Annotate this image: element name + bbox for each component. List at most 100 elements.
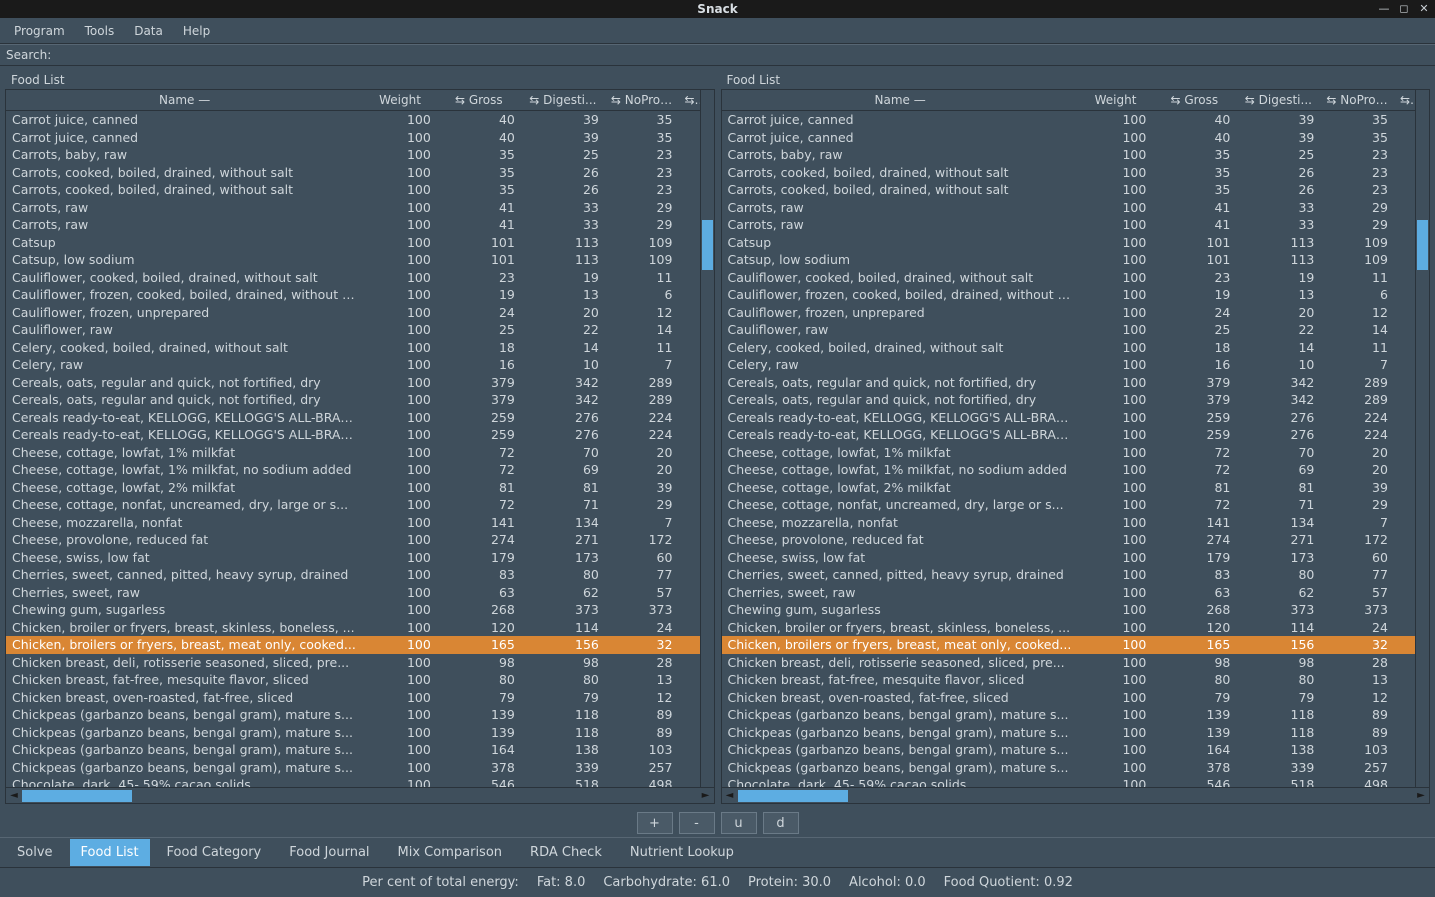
table-row[interactable]: Cauliflower, frozen, cooked, boiled, dra… [6,286,700,304]
table-row[interactable]: Cereals ready-to-eat, KELLOGG, KELLOGG'S… [722,426,1416,444]
table-row[interactable]: Cauliflower, cooked, boiled, drained, wi… [722,269,1416,287]
table-row[interactable]: Carrot juice, canned100403935 [6,111,700,129]
table-row[interactable]: Cheese, swiss, low fat10017917360 [722,549,1416,567]
table-row[interactable]: Chicken breast, fat-free, mesquite flavo… [6,671,700,689]
menu-help[interactable]: Help [175,21,218,41]
table-row[interactable]: Cauliflower, frozen, unprepared100242012 [722,304,1416,322]
column-header[interactable]: ⇆ NoProt... [1320,90,1394,111]
table-row[interactable]: Chicken breast, oven-roasted, fat-free, … [6,689,700,707]
table-row[interactable]: Cauliflower, raw100252214 [722,321,1416,339]
table-row[interactable]: Carrots, baby, raw100352523 [722,146,1416,164]
menu-program[interactable]: Program [6,21,73,41]
column-header[interactable]: Name — [6,90,363,111]
table-row[interactable]: Cereals ready-to-eat, KELLOGG, KELLOGG'S… [6,409,700,427]
table-row[interactable]: Chicken breast, oven-roasted, fat-free, … [722,689,1416,707]
table-row[interactable]: Carrot juice, canned100403935 [722,111,1416,129]
tab-food-category[interactable]: Food Category [156,839,273,866]
down-button[interactable]: d [763,812,799,834]
table-row[interactable]: Cherries, sweet, raw100636257 [722,584,1416,602]
table-row[interactable]: Cheese, provolone, reduced fat1002742711… [6,531,700,549]
table-row[interactable]: Celery, cooked, boiled, drained, without… [6,339,700,357]
column-header[interactable]: ⇆ Gross [1152,90,1236,111]
horizontal-scrollbar[interactable]: ◄► [721,788,1431,804]
menu-tools[interactable]: Tools [77,21,123,41]
table-row[interactable]: Catsup, low sodium100101113109 [6,251,700,269]
table-row[interactable]: Cereals, oats, regular and quick, not fo… [6,374,700,392]
table-row[interactable]: Cheese, cottage, lowfat, 1% milkfat, no … [722,461,1416,479]
table-row[interactable]: Cheese, swiss, low fat10017917360 [6,549,700,567]
table-row[interactable]: Chicken breast, fat-free, mesquite flavo… [722,671,1416,689]
table-row[interactable]: Catsup100101113109 [6,234,700,252]
table-row[interactable]: Celery, raw10016107 [6,356,700,374]
table-row[interactable]: Carrots, raw100413329 [6,216,700,234]
table-row[interactable]: Cheese, cottage, nonfat, uncreamed, dry,… [6,496,700,514]
table-row[interactable]: Cherries, sweet, raw100636257 [6,584,700,602]
table-row[interactable]: Chicken, broiler or fryers, breast, skin… [6,619,700,637]
table-row[interactable]: Chewing gum, sugarless100268373373 [6,601,700,619]
add-button[interactable]: + [637,812,673,834]
table-row[interactable]: Catsup100101113109 [722,234,1416,252]
table-row[interactable]: Carrots, raw100413329 [722,216,1416,234]
minimize-button[interactable]: — [1377,1,1391,15]
column-header[interactable]: ⇆ [678,90,699,111]
table-row[interactable]: Cherries, sweet, canned, pitted, heavy s… [722,566,1416,584]
table-row[interactable]: Chewing gum, sugarless100268373373 [722,601,1416,619]
table-row[interactable]: Carrots, raw100413329 [6,199,700,217]
table-row[interactable]: Cheese, cottage, lowfat, 1% milkfat10072… [722,444,1416,462]
horizontal-scrollbar[interactable]: ◄► [5,788,715,804]
scroll-right-icon[interactable]: ► [1413,788,1429,804]
table-row[interactable]: Cheese, cottage, lowfat, 2% milkfat10081… [6,479,700,497]
table-row[interactable]: Carrots, cooked, boiled, drained, withou… [6,164,700,182]
column-header[interactable]: ⇆ Digesti... [1236,90,1320,111]
column-header[interactable]: ⇆ [1394,90,1415,111]
table-row[interactable]: Celery, cooked, boiled, drained, without… [722,339,1416,357]
table-row[interactable]: Cheese, mozzarella, nonfat1001411347 [6,514,700,532]
table-row[interactable]: Chickpeas (garbanzo beans, bengal gram),… [722,706,1416,724]
table-row[interactable]: Chicken, broiler or fryers, breast, skin… [722,619,1416,637]
table-row[interactable]: Cereals, oats, regular and quick, not fo… [6,391,700,409]
tab-nutrient-lookup[interactable]: Nutrient Lookup [619,839,745,866]
table-row[interactable]: Cheese, mozzarella, nonfat1001411347 [722,514,1416,532]
table-row[interactable]: Chocolate, dark, 45- 59% cacao solids100… [6,776,700,787]
table-row[interactable]: Chickpeas (garbanzo beans, bengal gram),… [722,724,1416,742]
table-row[interactable]: Cereals, oats, regular and quick, not fo… [722,391,1416,409]
up-button[interactable]: u [721,812,757,834]
tab-mix-comparison[interactable]: Mix Comparison [387,839,514,866]
table-row[interactable]: Chickpeas (garbanzo beans, bengal gram),… [6,724,700,742]
table-row[interactable]: Cauliflower, cooked, boiled, drained, wi… [6,269,700,287]
table-row[interactable]: Cheese, cottage, lowfat, 2% milkfat10081… [722,479,1416,497]
table-row[interactable]: Celery, raw10016107 [722,356,1416,374]
table-row[interactable]: Chickpeas (garbanzo beans, bengal gram),… [6,741,700,759]
table-row[interactable]: Carrot juice, canned100403935 [6,129,700,147]
vertical-scrollbar[interactable] [1415,90,1429,787]
table-row[interactable]: Chicken, broilers or fryers, breast, mea… [722,636,1416,654]
tab-rda-check[interactable]: RDA Check [519,839,613,866]
table-row[interactable]: Cauliflower, raw100252214 [6,321,700,339]
vertical-scrollbar[interactable] [700,90,714,787]
column-header[interactable]: Name — [722,90,1079,111]
table-row[interactable]: Carrots, raw100413329 [722,199,1416,217]
table-row[interactable]: Cheese, cottage, lowfat, 1% milkfat, no … [6,461,700,479]
table-row[interactable]: Carrots, cooked, boiled, drained, withou… [722,164,1416,182]
maximize-button[interactable]: ◻ [1397,1,1411,15]
table-row[interactable]: Carrots, cooked, boiled, drained, withou… [722,181,1416,199]
table-row[interactable]: Carrot juice, canned100403935 [722,129,1416,147]
table-row[interactable]: Chocolate, dark, 45- 59% cacao solids100… [722,776,1416,787]
table-row[interactable]: Cheese, provolone, reduced fat1002742711… [722,531,1416,549]
scroll-right-icon[interactable]: ► [698,788,714,804]
table-row[interactable]: Chicken breast, deli, rotisserie seasone… [6,654,700,672]
tab-solve[interactable]: Solve [6,839,64,866]
column-header[interactable]: ⇆ NoProt... [605,90,679,111]
table-row[interactable]: Chickpeas (garbanzo beans, bengal gram),… [6,759,700,777]
table-row[interactable]: Carrots, cooked, boiled, drained, withou… [6,181,700,199]
table-row[interactable]: Cherries, sweet, canned, pitted, heavy s… [6,566,700,584]
table-row[interactable]: Catsup, low sodium100101113109 [722,251,1416,269]
table-row[interactable]: Chickpeas (garbanzo beans, bengal gram),… [6,706,700,724]
table-row[interactable]: Cauliflower, frozen, cooked, boiled, dra… [722,286,1416,304]
column-header[interactable]: ⇆ Gross [437,90,521,111]
column-header[interactable]: ⇆ Digesti... [521,90,605,111]
table-row[interactable]: Cereals, oats, regular and quick, not fo… [722,374,1416,392]
column-header[interactable]: Weight [363,90,437,111]
scroll-left-icon[interactable]: ◄ [722,788,738,804]
table-row[interactable]: Cheese, cottage, lowfat, 1% milkfat10072… [6,444,700,462]
